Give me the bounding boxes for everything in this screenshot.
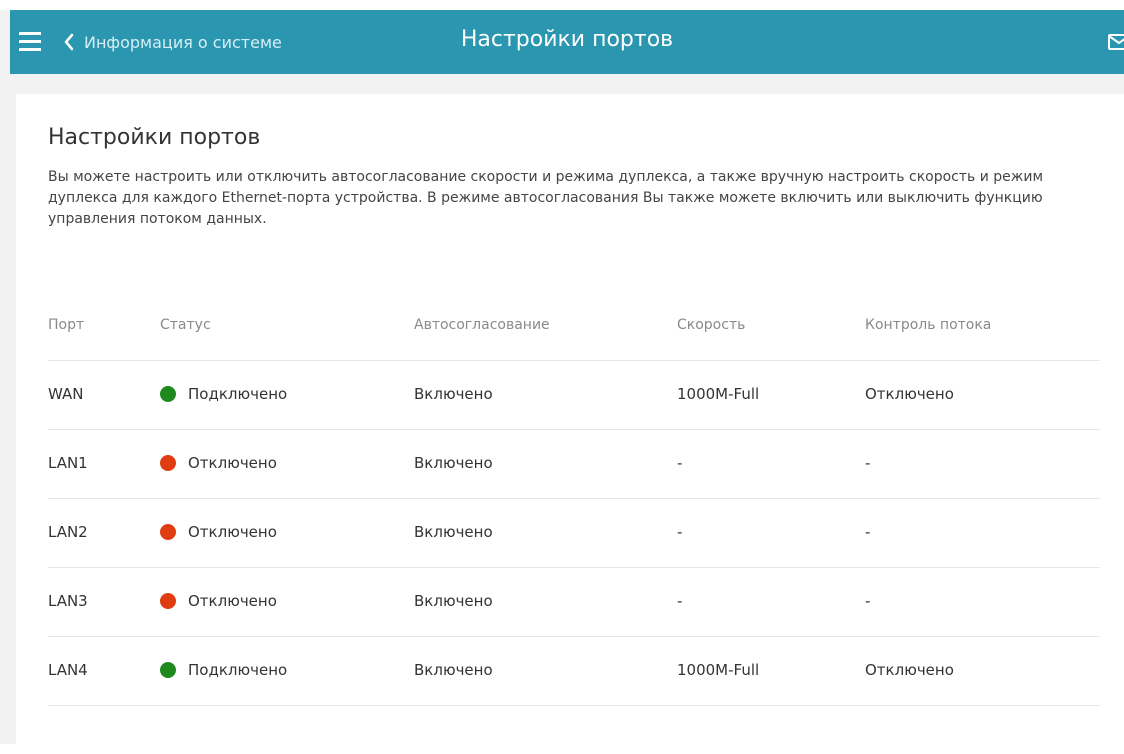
column-header-flow-control: Контроль потока: [865, 317, 992, 333]
column-header-autoneg: Автосогласование: [414, 317, 550, 333]
content-card: Настройки портов Вы можете настроить или…: [16, 94, 1124, 754]
speed-value: -: [677, 523, 683, 541]
flow-control-value: Отключено: [865, 385, 954, 403]
status-dot-icon: [160, 455, 176, 471]
flow-control-value: -: [865, 592, 871, 610]
speed-value: -: [677, 592, 683, 610]
flow-control-value: -: [865, 454, 871, 472]
table-row[interactable]: LAN2 Отключено Включено - -: [48, 499, 1100, 568]
top-bar: Информация о системе Настройки портов: [10, 10, 1124, 74]
port-name: LAN2: [48, 523, 88, 541]
back-link[interactable]: Информация о системе: [64, 30, 282, 54]
column-header-speed: Скорость: [677, 317, 746, 333]
port-status: Подключено: [160, 661, 287, 679]
hamburger-menu-icon[interactable]: [19, 32, 41, 52]
left-border: [0, 10, 10, 744]
column-header-port: Порт: [48, 317, 85, 333]
status-dot-icon: [160, 662, 176, 678]
envelope-icon[interactable]: [1108, 34, 1124, 50]
speed-value: 1000M-Full: [677, 385, 760, 403]
autoneg-value: Включено: [414, 661, 493, 679]
status-label: Подключено: [188, 661, 288, 679]
table-row[interactable]: LAN3 Отключено Включено - -: [48, 568, 1100, 637]
port-name: WAN: [48, 385, 84, 403]
port-status: Отключено: [160, 592, 277, 610]
table-row[interactable]: LAN1 Отключено Включено - -: [48, 430, 1100, 499]
port-name: LAN1: [48, 454, 88, 472]
speed-value: -: [677, 454, 683, 472]
page-description: Вы можете настроить или отключить автосо…: [48, 169, 1044, 227]
port-name: LAN4: [48, 661, 88, 679]
speed-value: 1000M-Full: [677, 661, 760, 679]
status-dot-icon: [160, 524, 176, 540]
table-row[interactable]: LAN4 Подключено Включено 1000M-Full Откл…: [48, 637, 1100, 706]
port-status: Отключено: [160, 523, 277, 541]
table-header: Порт Статус Автосогласование Скорость Ко…: [48, 308, 1100, 361]
status-dot-icon: [160, 386, 176, 402]
port-status: Подключено: [160, 385, 287, 403]
status-label: Отключено: [188, 454, 277, 472]
back-link-label: Информация о системе: [84, 32, 282, 52]
autoneg-value: Включено: [414, 385, 493, 403]
app-window: Информация о системе Настройки портов На…: [0, 0, 1124, 754]
column-header-status: Статус: [160, 317, 211, 333]
ports-table: Порт Статус Автосогласование Скорость Ко…: [48, 308, 1100, 706]
chevron-left-icon: [64, 33, 74, 51]
table-row[interactable]: WAN Подключено Включено 1000M-Full Отклю…: [48, 361, 1100, 430]
autoneg-value: Включено: [414, 592, 493, 610]
page-title: Настройки портов: [48, 125, 261, 150]
status-label: Отключено: [188, 592, 277, 610]
port-name: LAN3: [48, 592, 88, 610]
flow-control-value: -: [865, 523, 871, 541]
status-dot-icon: [160, 593, 176, 609]
autoneg-value: Включено: [414, 523, 493, 541]
status-label: Подключено: [188, 385, 288, 403]
status-label: Отключено: [188, 523, 277, 541]
autoneg-value: Включено: [414, 454, 493, 472]
port-status: Отключено: [160, 454, 277, 472]
flow-control-value: Отключено: [865, 661, 954, 679]
